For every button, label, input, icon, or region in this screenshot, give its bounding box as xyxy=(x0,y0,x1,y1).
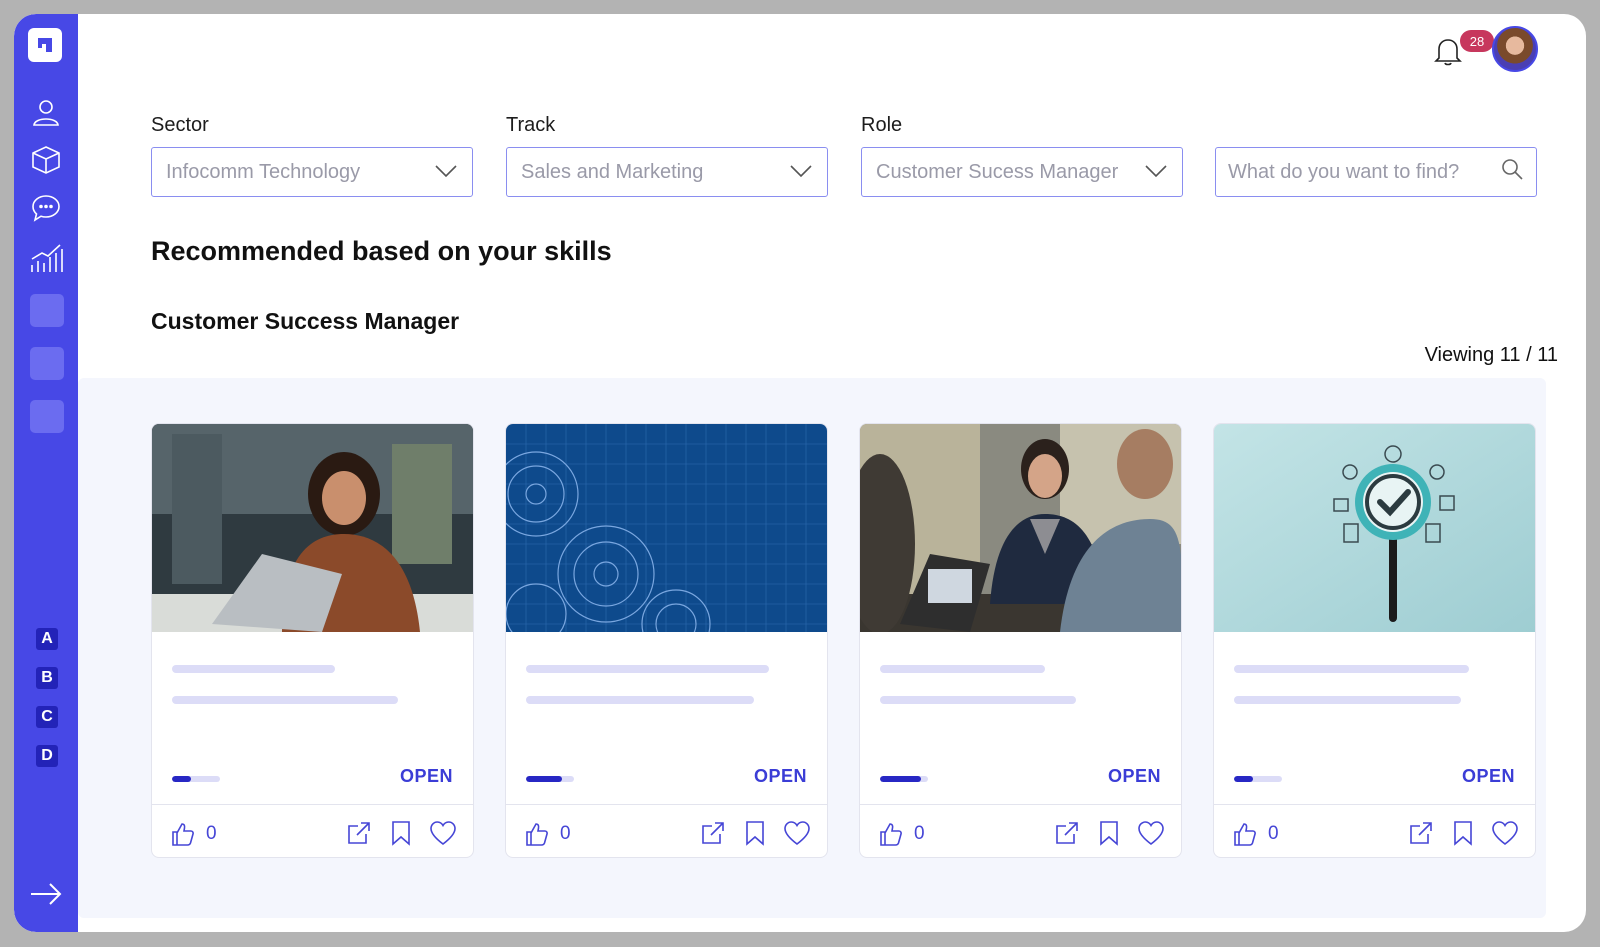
thumbs-up-icon xyxy=(172,823,194,846)
section-title: Customer Success Manager xyxy=(151,308,460,334)
subtitle-placeholder xyxy=(172,696,398,704)
progress-bar xyxy=(172,776,220,782)
card-footer: 0 xyxy=(506,804,827,857)
sector-select[interactable]: Infocomm Technology xyxy=(151,147,473,197)
heart-icon[interactable] xyxy=(1491,819,1519,847)
sidebar-placeholder-3[interactable] xyxy=(30,400,64,433)
open-button[interactable]: OPEN xyxy=(1462,766,1515,787)
bookmark-icon[interactable] xyxy=(741,819,769,847)
analytics-icon[interactable] xyxy=(28,240,64,276)
track-select[interactable]: Sales and Marketing xyxy=(506,147,828,197)
role-label: Role xyxy=(861,114,903,136)
card-footer: 0 xyxy=(860,804,1181,857)
share-icon[interactable] xyxy=(699,819,727,847)
like-count: 0 xyxy=(206,823,217,844)
share-icon[interactable] xyxy=(1407,819,1435,847)
blue-gears-blueprint xyxy=(506,424,827,632)
bookmark-icon[interactable] xyxy=(387,819,415,847)
notification-badge: 28 xyxy=(1460,30,1494,52)
thumbs-up-icon xyxy=(1234,823,1256,846)
heart-icon[interactable] xyxy=(783,819,811,847)
sidebar-letter-a[interactable]: A xyxy=(36,628,58,650)
thumbs-up-icon xyxy=(880,823,902,846)
title-placeholder xyxy=(526,665,769,673)
search-input[interactable]: What do you want to find? xyxy=(1228,161,1459,184)
role-select[interactable]: Customer Sucess Manager xyxy=(861,147,1183,197)
progress-bar xyxy=(1234,776,1282,782)
course-card[interactable]: OPEN 0 xyxy=(505,423,828,858)
chevron-down-icon xyxy=(434,161,458,184)
search-icon[interactable] xyxy=(1500,157,1524,187)
app-logo[interactable] xyxy=(28,28,62,62)
sector-value: Infocomm Technology xyxy=(166,160,361,183)
sidebar-letter-d[interactable]: D xyxy=(36,745,58,767)
bookmark-icon[interactable] xyxy=(1095,819,1123,847)
like-count: 0 xyxy=(1268,823,1279,844)
share-icon[interactable] xyxy=(1053,819,1081,847)
like-button[interactable]: 0 xyxy=(170,821,217,847)
sidebar-letter-b[interactable]: B xyxy=(36,667,58,689)
user-icon[interactable] xyxy=(28,94,64,130)
chevron-down-icon xyxy=(789,161,813,184)
like-count: 0 xyxy=(914,823,925,844)
sidebar-placeholder-1[interactable] xyxy=(30,294,64,327)
chat-icon[interactable] xyxy=(28,190,64,226)
open-button[interactable]: OPEN xyxy=(754,766,807,787)
subtitle-placeholder xyxy=(526,696,754,704)
bookmark-icon[interactable] xyxy=(1449,819,1477,847)
track-value: Sales and Marketing xyxy=(521,160,704,183)
card-footer: 0 xyxy=(152,804,473,857)
viewing-count: Viewing 11 / 11 xyxy=(1424,344,1558,366)
heart-icon[interactable] xyxy=(1137,819,1165,847)
heart-icon[interactable] xyxy=(429,819,457,847)
course-card[interactable]: OPEN 0 xyxy=(1213,423,1536,858)
card-footer: 0 xyxy=(1214,804,1535,857)
arrow-right-icon[interactable] xyxy=(28,880,64,908)
title-placeholder xyxy=(172,665,335,673)
like-count: 0 xyxy=(560,823,571,844)
role-value: Customer Sucess Manager xyxy=(876,160,1119,183)
woman-with-laptop-photo xyxy=(152,424,473,632)
thumbs-up-icon xyxy=(526,823,548,846)
subtitle-placeholder xyxy=(880,696,1076,704)
sidebar-placeholder-2[interactable] xyxy=(30,347,64,380)
like-button[interactable]: 0 xyxy=(878,821,925,847)
cube-icon[interactable] xyxy=(28,142,64,178)
track-label: Track xyxy=(506,114,556,136)
like-button[interactable]: 0 xyxy=(524,821,571,847)
open-button[interactable]: OPEN xyxy=(1108,766,1161,787)
open-button[interactable]: OPEN xyxy=(400,766,453,787)
course-card[interactable]: OPEN 0 xyxy=(151,423,474,858)
title-placeholder xyxy=(880,665,1045,673)
magnifier-checkmark-illustration xyxy=(1214,424,1535,632)
business-meeting-photo xyxy=(860,424,1181,632)
search-box[interactable]: What do you want to find? xyxy=(1215,147,1537,197)
chevron-down-icon xyxy=(1144,161,1168,184)
page-title: Recommended based on your skills xyxy=(151,236,612,266)
sector-label: Sector xyxy=(151,114,209,136)
progress-bar xyxy=(526,776,574,782)
course-card[interactable]: OPEN 0 xyxy=(859,423,1182,858)
sidebar-letter-c[interactable]: C xyxy=(36,706,58,728)
app-window: A B C D 28 Sector Infocomm Technology Tr… xyxy=(14,14,1586,932)
sidebar: A B C D xyxy=(14,14,78,932)
subtitle-placeholder xyxy=(1234,696,1461,704)
title-placeholder xyxy=(1234,665,1469,673)
user-avatar[interactable] xyxy=(1492,26,1538,72)
progress-bar xyxy=(880,776,928,782)
share-icon[interactable] xyxy=(345,819,373,847)
like-button[interactable]: 0 xyxy=(1232,821,1279,847)
